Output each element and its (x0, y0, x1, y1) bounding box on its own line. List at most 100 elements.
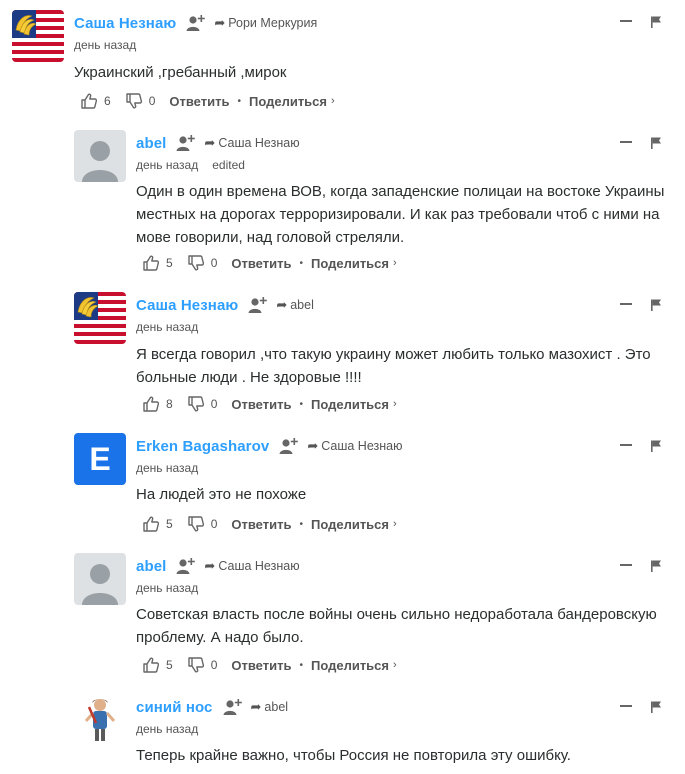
reply-to-name[interactable]: abel (290, 298, 314, 312)
reply-to-name[interactable]: Саша Незнаю (218, 136, 299, 150)
chevron-right-icon: › (393, 659, 397, 671)
flag-icon[interactable] (650, 439, 662, 451)
author-name[interactable]: abel (136, 558, 166, 575)
like-count: 8 (166, 397, 173, 411)
edited-label: edited (212, 158, 245, 172)
reply-arrow-icon: ➦ (307, 438, 319, 453)
like-count: 5 (166, 517, 173, 531)
flag-icon[interactable] (650, 298, 662, 310)
collapse-icon[interactable] (620, 303, 632, 305)
reply-to[interactable]: ➦ Рори Меркурия (214, 15, 317, 31)
reply-button[interactable]: Ответить (231, 397, 291, 412)
separator-dot: • (299, 518, 303, 530)
flag-icon[interactable] (650, 15, 662, 27)
avatar[interactable] (12, 10, 64, 62)
chevron-right-icon: › (331, 95, 335, 107)
reply-to-name[interactable]: Саша Незнаю (218, 559, 299, 573)
like-icon[interactable] (142, 515, 160, 533)
reply-arrow-icon: ➦ (250, 699, 262, 714)
timestamp[interactable]: день назад (74, 38, 136, 52)
reply-button[interactable]: Ответить (231, 517, 291, 532)
reply-arrow-icon: ➦ (276, 297, 288, 312)
avatar[interactable] (74, 693, 126, 745)
author-name[interactable]: Саша Незнаю (136, 297, 238, 314)
avatar[interactable] (74, 553, 126, 605)
comment-text: На людей это не похоже (136, 486, 307, 503)
comment-text: Украинский ,гребанный ,мирок (74, 64, 287, 81)
separator-dot: • (299, 398, 303, 410)
comment-text: Один в один времена ВОВ, когда западенск… (136, 183, 665, 246)
timestamp[interactable]: день назад (136, 581, 198, 595)
reply-to[interactable]: ➦ abel (251, 699, 289, 715)
collapse-icon[interactable] (620, 20, 632, 22)
dislike-count: 0 (210, 397, 218, 411)
comment-text: Теперь крайне важно, чтобы Россия не пов… (136, 747, 571, 764)
timestamp[interactable]: день назад (136, 722, 198, 736)
reply-to[interactable]: ➦ Саша Незнаю (204, 135, 299, 151)
like-count: 5 (166, 658, 173, 672)
author-name[interactable]: abel (136, 135, 166, 152)
collapse-icon[interactable] (620, 141, 632, 143)
chevron-right-icon: › (393, 518, 397, 530)
collapse-icon[interactable] (620, 444, 632, 446)
separator-dot: • (299, 257, 303, 269)
timestamp[interactable]: день назад (136, 320, 198, 334)
like-icon[interactable] (142, 656, 160, 674)
collapse-icon[interactable] (620, 564, 632, 566)
reply-button[interactable]: Ответить (169, 94, 229, 109)
flag-icon[interactable] (650, 559, 662, 571)
dislike-icon[interactable] (187, 656, 205, 674)
separator-dot: • (299, 659, 303, 671)
follow-user-icon[interactable] (223, 698, 243, 716)
collapse-icon[interactable] (620, 705, 632, 707)
follow-user-icon[interactable] (279, 437, 299, 455)
reply-to-name[interactable]: abel (264, 700, 288, 714)
reply-to-name[interactable]: Рори Меркурия (228, 16, 317, 30)
like-icon[interactable] (142, 395, 160, 413)
avatar[interactable] (74, 292, 126, 344)
flag-icon[interactable] (650, 700, 662, 712)
author-name[interactable]: Саша Незнаю (74, 15, 176, 32)
author-name[interactable]: синий нос (136, 699, 213, 716)
like-icon[interactable] (80, 92, 98, 110)
dislike-icon[interactable] (187, 395, 205, 413)
flag-icon[interactable] (650, 136, 662, 148)
share-button[interactable]: Поделиться (311, 658, 389, 673)
share-button[interactable]: Поделиться (311, 517, 389, 532)
follow-user-icon[interactable] (248, 296, 268, 314)
chevron-right-icon: › (393, 398, 397, 410)
dislike-icon[interactable] (187, 515, 205, 533)
reply-to-name[interactable]: Саша Незнаю (321, 439, 402, 453)
follow-user-icon[interactable] (176, 134, 196, 152)
like-icon[interactable] (142, 254, 160, 272)
avatar[interactable] (74, 130, 126, 182)
comment-text: Советская власть после войны очень сильн… (136, 606, 657, 646)
share-button[interactable]: Поделиться (311, 256, 389, 271)
reply-to[interactable]: ➦ Саша Незнаю (307, 438, 402, 454)
follow-user-icon[interactable] (176, 557, 196, 575)
dislike-count: 0 (148, 94, 156, 108)
reply-button[interactable]: Ответить (231, 256, 291, 271)
timestamp[interactable]: день назад (136, 158, 198, 172)
dislike-count: 0 (210, 256, 218, 270)
reply-to[interactable]: ➦ Саша Незнаю (204, 558, 299, 574)
reply-arrow-icon: ➦ (204, 558, 216, 573)
reply-to[interactable]: ➦ abel (276, 297, 314, 313)
like-count: 6 (104, 94, 111, 108)
reply-button[interactable]: Ответить (231, 658, 291, 673)
chevron-right-icon: › (393, 257, 397, 269)
dislike-icon[interactable] (125, 92, 143, 110)
share-button[interactable]: Поделиться (249, 94, 327, 109)
author-name[interactable]: Erken Bagasharov (136, 438, 269, 455)
timestamp[interactable]: день назад (136, 461, 198, 475)
dislike-icon[interactable] (187, 254, 205, 272)
avatar[interactable]: E (74, 433, 126, 485)
follow-user-icon[interactable] (186, 14, 206, 32)
dislike-count: 0 (210, 658, 218, 672)
like-count: 5 (166, 256, 173, 270)
comment-text: Я всегда говорил ,что такую украину може… (136, 346, 651, 386)
reply-arrow-icon: ➦ (214, 15, 226, 30)
separator-dot: • (237, 95, 241, 107)
reply-arrow-icon: ➦ (204, 135, 216, 150)
share-button[interactable]: Поделиться (311, 397, 389, 412)
